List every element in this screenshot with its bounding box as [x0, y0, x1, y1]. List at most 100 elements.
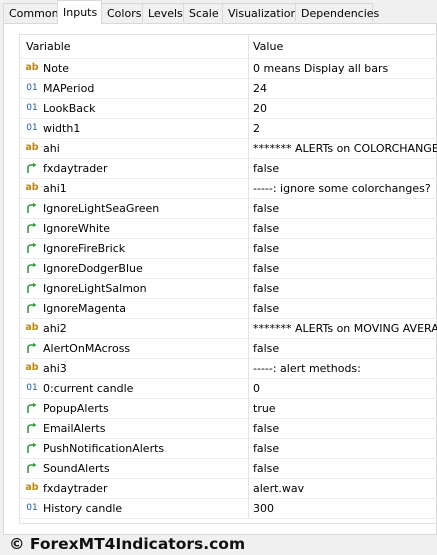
- boolean-arrow-icon: [25, 301, 39, 315]
- param-name: IgnoreFireBrick: [43, 242, 126, 255]
- param-row[interactable]: SoundAlerts false: [20, 459, 437, 479]
- integer-type-icon: 01: [26, 503, 38, 513]
- tab-visualization[interactable]: Visualization: [222, 3, 297, 22]
- param-row[interactable]: IgnoreDodgerBlue false: [20, 259, 437, 279]
- boolean-arrow-icon: [25, 201, 39, 215]
- param-name-cell: 01 MAPeriod: [20, 79, 249, 98]
- param-value[interactable]: false: [249, 439, 437, 458]
- param-name-cell: IgnoreDodgerBlue: [20, 259, 249, 278]
- inputs-panel: Variable Value ab Note 0 means Display all…: [3, 23, 437, 535]
- param-name: SoundAlerts: [43, 462, 110, 475]
- param-value[interactable]: false: [249, 459, 437, 478]
- param-row[interactable]: fxdaytrader false: [20, 159, 437, 179]
- param-value[interactable]: -----: alert methods:: [249, 359, 437, 378]
- integer-type-icon: 01: [26, 123, 38, 133]
- param-value[interactable]: 300: [249, 499, 437, 518]
- param-name-cell: ab ahi3: [20, 359, 249, 378]
- string-type-icon: ab: [25, 482, 39, 493]
- param-value[interactable]: alert.wav: [249, 479, 437, 498]
- tab-dependencies[interactable]: Dependencies: [295, 3, 379, 22]
- param-value[interactable]: false: [249, 419, 437, 438]
- boolean-arrow-icon: [25, 241, 39, 255]
- param-value[interactable]: ******* ALERTs on MOVING AVERAGE: [249, 319, 437, 338]
- param-name-cell: IgnoreLightSalmon: [20, 279, 249, 298]
- param-name: IgnoreWhite: [43, 222, 110, 235]
- param-row[interactable]: IgnoreMagenta false: [20, 299, 437, 319]
- param-row[interactable]: 01 0:current candle 0: [20, 379, 437, 399]
- param-name: IgnoreMagenta: [43, 302, 126, 315]
- param-value[interactable]: false: [249, 339, 437, 358]
- inputs-grid: Variable Value ab Note 0 means Display all…: [19, 34, 437, 524]
- string-type-icon: ab: [25, 142, 39, 153]
- param-row[interactable]: 01 LookBack 20: [20, 99, 437, 119]
- param-name-cell: ab ahi: [20, 139, 249, 158]
- param-row[interactable]: ab fxdaytrader alert.wav: [20, 479, 437, 499]
- param-value[interactable]: false: [249, 199, 437, 218]
- param-row[interactable]: IgnoreLightSeaGreen false: [20, 199, 437, 219]
- string-type-icon: ab: [25, 182, 39, 193]
- param-name-cell: fxdaytrader: [20, 159, 249, 178]
- boolean-arrow-icon: [25, 221, 39, 235]
- tab-colors[interactable]: Colors: [101, 3, 143, 22]
- string-type-icon: ab: [25, 62, 39, 73]
- param-value[interactable]: false: [249, 159, 437, 178]
- param-value[interactable]: 24: [249, 79, 437, 98]
- param-row[interactable]: IgnoreFireBrick false: [20, 239, 437, 259]
- boolean-arrow-icon: [25, 341, 39, 355]
- param-value[interactable]: true: [249, 399, 437, 418]
- param-row[interactable]: PopupAlerts true: [20, 399, 437, 419]
- param-value[interactable]: 20: [249, 99, 437, 118]
- param-name: IgnoreLightSalmon: [43, 282, 147, 295]
- param-row[interactable]: ab ahi ******* ALERTs on COLORCHANGE?: [20, 139, 437, 159]
- param-row[interactable]: ab ahi1 -----: ignore some colorchanges?: [20, 179, 437, 199]
- param-row[interactable]: IgnoreLightSalmon false: [20, 279, 437, 299]
- param-value[interactable]: false: [249, 299, 437, 318]
- header-variable: Variable: [20, 35, 249, 58]
- tab-bar: Common Inputs Colors Levels Scale Visual…: [0, 0, 437, 24]
- param-row[interactable]: AlertOnMAcross false: [20, 339, 437, 359]
- param-value[interactable]: 0: [249, 379, 437, 398]
- param-name: MAPeriod: [43, 82, 95, 95]
- tab-inputs[interactable]: Inputs: [57, 0, 102, 24]
- param-value[interactable]: -----: ignore some colorchanges?: [249, 179, 437, 198]
- param-name-cell: 01 LookBack: [20, 99, 249, 118]
- tab-scale[interactable]: Scale: [183, 3, 223, 22]
- boolean-arrow-icon: [25, 261, 39, 275]
- tab-levels[interactable]: Levels: [142, 3, 184, 22]
- param-value[interactable]: false: [249, 259, 437, 278]
- param-value[interactable]: false: [249, 219, 437, 238]
- param-name-cell: SoundAlerts: [20, 459, 249, 478]
- param-value[interactable]: 2: [249, 119, 437, 138]
- param-name: IgnoreDodgerBlue: [43, 262, 143, 275]
- param-name-cell: ab fxdaytrader: [20, 479, 249, 498]
- param-row[interactable]: ab ahi2 ******* ALERTs on MOVING AVERAGE: [20, 319, 437, 339]
- param-value[interactable]: ******* ALERTs on COLORCHANGE?: [249, 139, 437, 158]
- param-name-cell: PushNotificationAlerts: [20, 439, 249, 458]
- param-value[interactable]: false: [249, 239, 437, 258]
- boolean-arrow-icon: [25, 401, 39, 415]
- param-row[interactable]: 01 History candle 300: [20, 499, 437, 519]
- header-value: Value: [253, 40, 284, 53]
- param-name: fxdaytrader: [43, 162, 108, 175]
- param-row[interactable]: ab Note 0 means Display all bars: [20, 59, 437, 79]
- param-row[interactable]: 01 width1 2: [20, 119, 437, 139]
- param-name: ahi1: [43, 182, 67, 195]
- param-name: History candle: [43, 502, 123, 515]
- param-row[interactable]: EmailAlerts false: [20, 419, 437, 439]
- param-name: Note: [43, 62, 70, 75]
- tab-common[interactable]: Common: [3, 3, 59, 22]
- param-name-cell: IgnoreFireBrick: [20, 239, 249, 258]
- param-row[interactable]: ab ahi3 -----: alert methods:: [20, 359, 437, 379]
- integer-type-icon: 01: [26, 103, 38, 113]
- param-value[interactable]: false: [249, 279, 437, 298]
- param-row[interactable]: IgnoreWhite false: [20, 219, 437, 239]
- param-value[interactable]: 0 means Display all bars: [249, 59, 437, 78]
- watermark: © ForexMT4Indicators.com: [9, 535, 246, 553]
- param-name-cell: 01 History candle: [20, 499, 249, 518]
- param-name: IgnoreLightSeaGreen: [43, 202, 160, 215]
- param-name-cell: ab ahi2: [20, 319, 249, 338]
- integer-type-icon: 01: [26, 383, 38, 393]
- param-row[interactable]: 01 MAPeriod 24: [20, 79, 437, 99]
- param-row[interactable]: PushNotificationAlerts false: [20, 439, 437, 459]
- param-name: PushNotificationAlerts: [43, 442, 165, 455]
